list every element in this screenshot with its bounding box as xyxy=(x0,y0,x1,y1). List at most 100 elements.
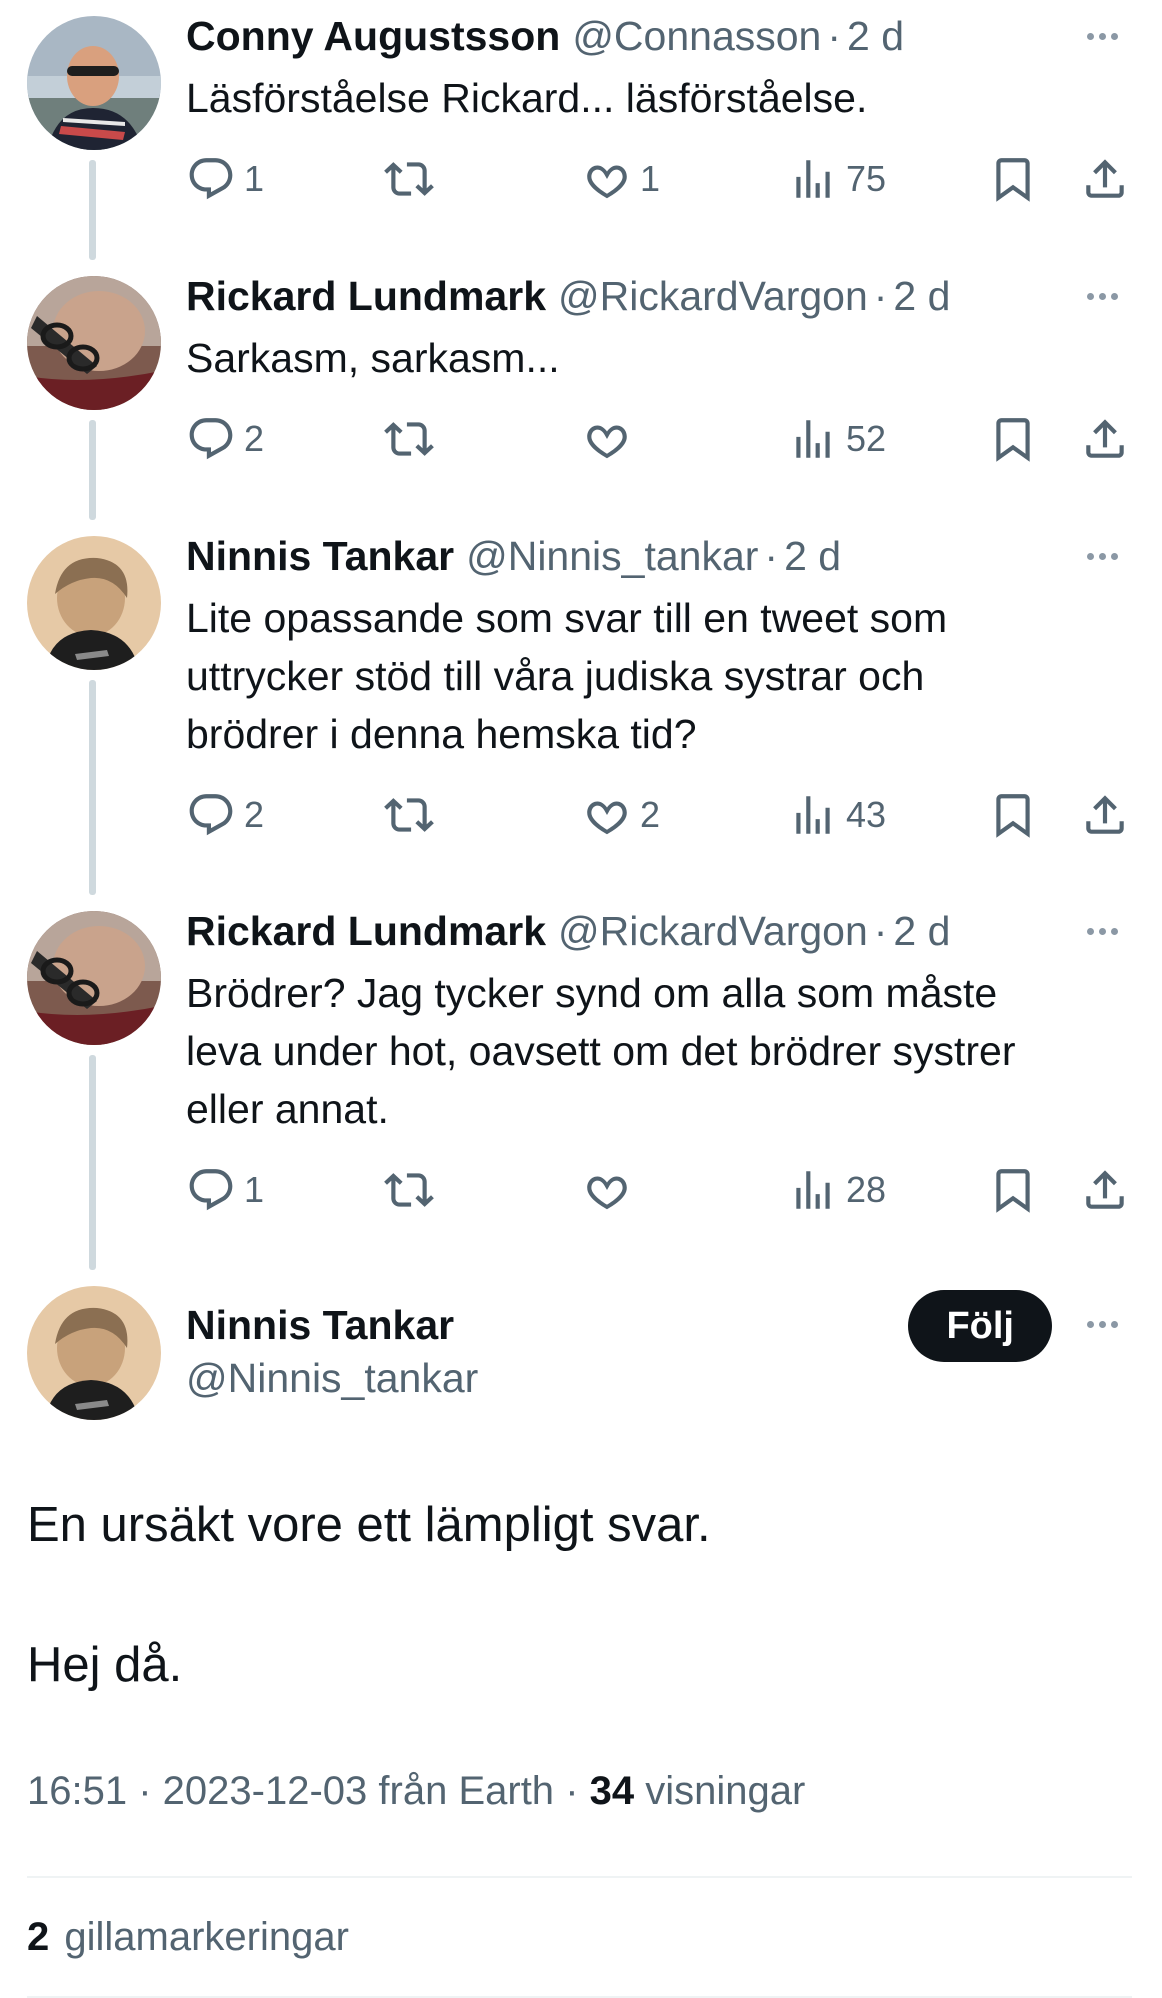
views-icon xyxy=(796,420,830,458)
retweet-icon xyxy=(384,798,434,832)
tweet-header: Rickard Lundmark @RickardVargon · 2 d xyxy=(186,898,1132,964)
views-button[interactable]: 43 xyxy=(788,790,988,840)
thread-connector-line xyxy=(89,160,96,260)
heart-icon xyxy=(587,1176,627,1210)
tweet-time[interactable]: 2 d xyxy=(893,908,950,955)
reply-button[interactable]: 1 xyxy=(186,154,384,204)
like-button[interactable]: 2 xyxy=(582,790,788,840)
tweet[interactable]: Conny Augustsson @Connasson · 2 d Läsför… xyxy=(0,0,1162,260)
reply-button[interactable]: 2 xyxy=(186,414,384,464)
like-count: 1 xyxy=(640,158,661,199)
tweet-content: Rickard Lundmark @RickardVargon · 2 d Sa… xyxy=(186,260,1162,520)
tweet-left-column xyxy=(0,895,186,1270)
share-button[interactable] xyxy=(1080,154,1130,204)
tweet-time[interactable]: 16:51 xyxy=(27,1769,127,1813)
more-icon[interactable] xyxy=(1072,16,1132,56)
author-handle[interactable]: @Ninnis_tankar xyxy=(466,533,758,580)
share-button[interactable] xyxy=(1080,414,1130,464)
author-handle[interactable]: @Ninnis_tankar xyxy=(186,1350,478,1406)
bookmark-button[interactable] xyxy=(988,154,1080,204)
tweet-text: Lite opassande som svar till en tweet so… xyxy=(186,595,948,757)
tweet-date[interactable]: 2023-12-03 xyxy=(163,1769,368,1813)
share-button[interactable] xyxy=(1080,790,1130,840)
separator-dot: · xyxy=(873,907,888,954)
separator-dot: · xyxy=(565,1769,590,1813)
bookmark-icon xyxy=(996,794,1030,838)
tweet[interactable]: Ninnis Tankar @Ninnis_tankar · 2 d Lite … xyxy=(0,520,1162,895)
author-handle[interactable]: @RickardVargon xyxy=(558,908,868,955)
tweet-text: Läsförståelse Rickard... läsförståelse. xyxy=(186,75,868,121)
tweet-time[interactable]: 2 d xyxy=(893,273,950,320)
retweet-button[interactable] xyxy=(384,1165,582,1215)
tweet-header: Conny Augustsson @Connasson · 2 d xyxy=(186,3,1132,69)
heart-icon xyxy=(587,801,627,835)
author-name[interactable]: Conny Augustsson xyxy=(186,13,560,60)
views-icon xyxy=(796,160,830,198)
tweet-actions: 2 52 xyxy=(186,399,1132,479)
reply-icon xyxy=(189,794,233,836)
tweet-time[interactable]: 2 d xyxy=(784,533,841,580)
tweet-time[interactable]: 2 d xyxy=(847,13,904,60)
avatar-conny xyxy=(27,16,161,150)
reply-count: 1 xyxy=(244,1169,265,1210)
like-count: 2 xyxy=(640,794,661,835)
views-label: visningar xyxy=(645,1769,806,1813)
views-button[interactable]: 28 xyxy=(788,1165,988,1215)
views-icon xyxy=(796,796,830,834)
views-button[interactable]: 52 xyxy=(788,414,988,464)
tweet[interactable]: Rickard Lundmark @RickardVargon · 2 d Sa… xyxy=(0,260,1162,520)
more-icon[interactable] xyxy=(1072,911,1132,951)
author-handle[interactable]: @Connasson xyxy=(572,13,821,60)
likes-label: gillamarkeringar xyxy=(64,1915,349,1959)
share-icon xyxy=(1086,795,1124,834)
tweet-actions: 1 28 xyxy=(186,1150,1132,1230)
views-count: 43 xyxy=(846,794,887,835)
avatar[interactable] xyxy=(27,536,161,670)
bookmark-button[interactable] xyxy=(988,414,1080,464)
thread-connector-line xyxy=(89,1055,96,1270)
author-name[interactable]: Rickard Lundmark xyxy=(186,908,546,955)
views-count: 52 xyxy=(846,418,887,459)
reply-button[interactable]: 2 xyxy=(186,790,384,840)
author-name[interactable]: Rickard Lundmark xyxy=(186,273,546,320)
author-name[interactable]: Ninnis Tankar xyxy=(186,1300,478,1350)
avatar[interactable] xyxy=(27,16,161,150)
reply-count: 1 xyxy=(244,158,265,199)
avatar[interactable] xyxy=(27,1286,161,1420)
reply-count: 2 xyxy=(244,418,265,459)
separator-dot: · xyxy=(138,1769,163,1813)
main-tweet-text: En ursäkt vore ett lämpligt svar. Hej då… xyxy=(27,1490,1132,1700)
tweet-paragraph: En ursäkt vore ett lämpligt svar. xyxy=(27,1498,711,1552)
more-icon[interactable] xyxy=(1072,276,1132,316)
avatar[interactable] xyxy=(27,911,161,1045)
likes-summary[interactable]: 2 gillamarkeringar xyxy=(27,1878,1132,1996)
follow-button[interactable]: Följ xyxy=(908,1290,1052,1362)
tweet-text: Sarkasm, sarkasm... xyxy=(186,335,560,381)
retweet-button[interactable] xyxy=(384,790,582,840)
avatar-rickard xyxy=(27,276,161,410)
reply-count: 2 xyxy=(244,794,265,835)
retweet-button[interactable] xyxy=(384,154,582,204)
like-button[interactable] xyxy=(582,1165,788,1215)
author-name[interactable]: Ninnis Tankar xyxy=(186,533,454,580)
bookmark-icon xyxy=(996,158,1030,202)
views-count: 28 xyxy=(846,1169,887,1210)
reply-button[interactable]: 1 xyxy=(186,1165,384,1215)
like-button[interactable]: 1 xyxy=(582,154,788,204)
bookmark-button[interactable] xyxy=(988,790,1080,840)
bookmark-icon xyxy=(996,1169,1030,1213)
more-icon[interactable] xyxy=(1072,1304,1132,1344)
tweet[interactable]: Rickard Lundmark @RickardVargon · 2 d Br… xyxy=(0,895,1162,1270)
more-icon[interactable] xyxy=(1072,536,1132,576)
retweet-button[interactable] xyxy=(384,414,582,464)
views-count: 75 xyxy=(846,158,887,199)
like-button[interactable] xyxy=(582,414,788,464)
author-handle[interactable]: @RickardVargon xyxy=(558,273,868,320)
heart-icon xyxy=(587,165,627,199)
bookmark-icon xyxy=(996,418,1030,462)
avatar[interactable] xyxy=(27,276,161,410)
share-button[interactable] xyxy=(1080,1165,1130,1215)
views-button[interactable]: 75 xyxy=(788,154,988,204)
bookmark-button[interactable] xyxy=(988,1165,1080,1215)
tweet-content: Rickard Lundmark @RickardVargon · 2 d Br… xyxy=(186,895,1162,1270)
